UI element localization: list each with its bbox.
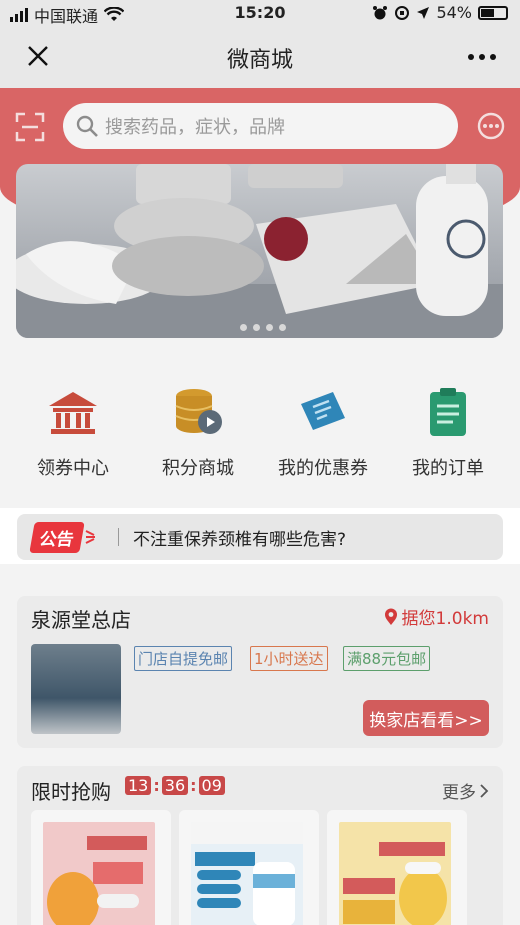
nav-bar: 微商城: [0, 26, 520, 88]
countdown: 13 : 36 : 09: [125, 776, 225, 795]
tag-pickup: 门店自提免邮: [134, 646, 233, 671]
chat-icon[interactable]: [476, 112, 506, 142]
battery-icon: [478, 5, 508, 20]
notice-bar[interactable]: 公告 不注重保养颈椎有哪些危害?: [17, 514, 503, 560]
menu-item-coupon-center[interactable]: 领券中心: [8, 384, 138, 480]
search-placeholder: 搜索药品，症状，品牌: [105, 117, 285, 138]
quick-menu: 领券中心 积分商城 我的优惠券 我的订单: [0, 384, 520, 484]
promo-banner[interactable]: [16, 164, 503, 338]
scan-icon[interactable]: [15, 112, 45, 142]
store-name: 泉源堂总店: [31, 608, 131, 632]
menu-label: 我的订单: [412, 458, 484, 479]
menu-item-my-orders[interactable]: 我的订单: [383, 384, 513, 480]
menu-label: 领券中心: [37, 458, 109, 479]
distance-text: 据您1.0km: [401, 609, 489, 629]
banner-pagination: [240, 324, 286, 331]
status-right: 54%: [372, 3, 508, 22]
flash-sale-section: 限时抢购 13 : 36 : 09 更多: [17, 766, 503, 925]
menu-label: 我的优惠券: [278, 458, 368, 479]
menu-label: 积分商城: [162, 458, 234, 479]
location-pin-icon: [384, 608, 397, 625]
menu-item-points-mall[interactable]: 积分商城: [133, 384, 263, 480]
store-card: 泉源堂总店 据您1.0km 门店自提免邮 1小时送达 满88元包邮 换家店看看>…: [17, 596, 503, 748]
more-icon[interactable]: [468, 54, 496, 60]
ticket-icon: [301, 392, 345, 430]
clipboard-icon: [430, 388, 466, 436]
countdown-hours: 13: [125, 776, 152, 795]
megaphone-burst-icon: [85, 530, 95, 544]
notice-divider: [118, 528, 119, 546]
product-card[interactable]: [179, 810, 319, 925]
banner-image: [16, 164, 503, 338]
product-image: [43, 822, 155, 925]
product-card[interactable]: [327, 810, 467, 925]
switch-store-button[interactable]: 换家店看看>>: [363, 700, 489, 736]
store-distance: 据您1.0km: [384, 604, 489, 629]
chevron-right-icon: [480, 783, 489, 798]
coins-icon: [175, 389, 222, 434]
tag-delivery: 1小时送达: [250, 646, 328, 671]
store-photo: [31, 644, 121, 734]
countdown-seconds: 09: [198, 776, 225, 795]
menu-item-my-coupons[interactable]: 我的优惠券: [258, 384, 388, 480]
flash-sale-title: 限时抢购: [31, 780, 111, 804]
search-icon: [76, 115, 98, 137]
status-bar: 中国联通 15:20 54%: [0, 0, 520, 26]
more-link[interactable]: 更多: [442, 778, 489, 803]
tag-free-shipping: 满88元包邮: [343, 646, 431, 671]
battery-percent: 54%: [436, 3, 472, 22]
more-label: 更多: [442, 783, 476, 803]
product-image: [339, 822, 451, 925]
product-image: [191, 822, 303, 925]
bank-icon: [49, 392, 97, 434]
location-icon: [417, 6, 430, 19]
product-card[interactable]: [31, 810, 171, 925]
countdown-minutes: 36: [161, 776, 189, 795]
notice-text: 不注重保养颈椎有哪些危害?: [133, 529, 347, 550]
page-title: 微商城: [226, 48, 293, 73]
rotation-lock-icon: [395, 5, 410, 20]
search-input[interactable]: 搜索药品，症状，品牌: [63, 103, 458, 149]
notice-badge: 公告: [29, 521, 85, 553]
alarm-icon: [373, 5, 388, 19]
